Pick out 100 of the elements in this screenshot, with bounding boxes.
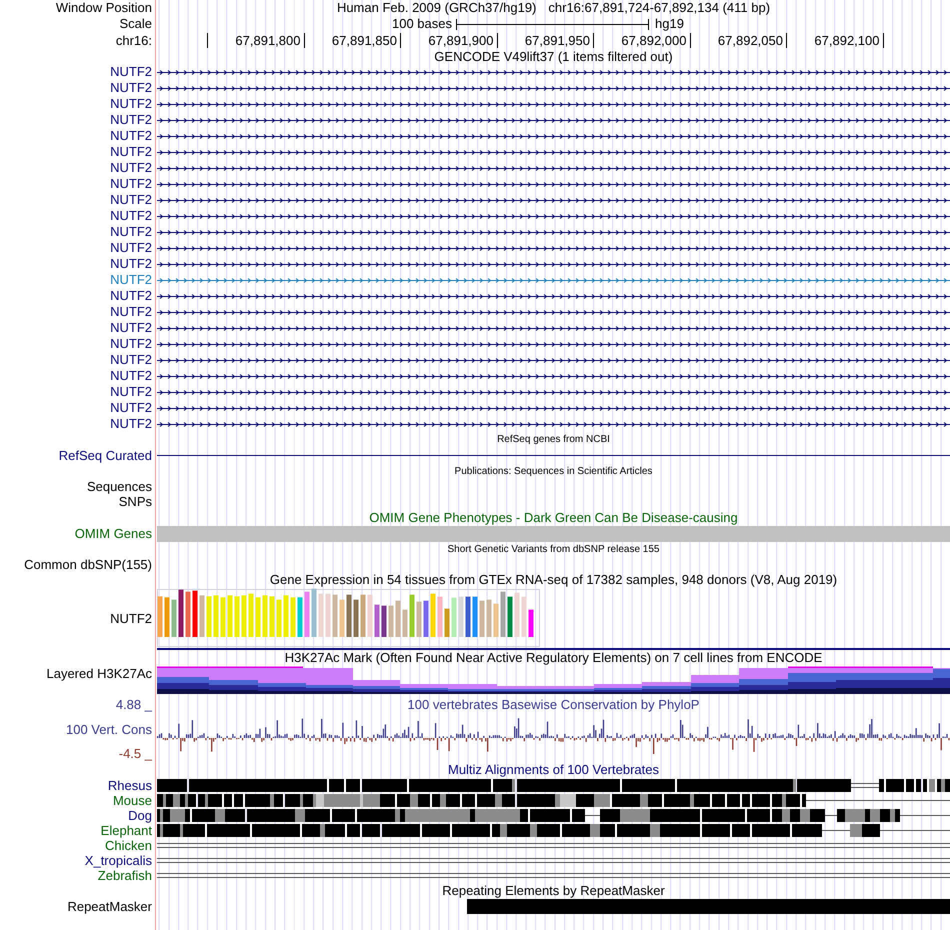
- expression-bar[interactable]: [220, 597, 226, 637]
- expression-bar[interactable]: [214, 595, 218, 637]
- gene-label[interactable]: NUTF2: [110, 320, 152, 336]
- expression-bar[interactable]: [158, 596, 162, 637]
- alignment-track-drawing[interactable]: [157, 808, 950, 823]
- expression-bar[interactable]: [368, 594, 372, 637]
- gene-label[interactable]: NUTF2: [110, 256, 152, 272]
- gene-label[interactable]: NUTF2: [110, 208, 152, 224]
- expression-bar[interactable]: [438, 596, 442, 637]
- gene-label[interactable]: NUTF2: [110, 224, 152, 240]
- expression-bar[interactable]: [382, 606, 386, 637]
- expression-bar[interactable]: [318, 594, 324, 637]
- expression-bar[interactable]: [360, 594, 366, 637]
- species-label[interactable]: Mouse: [112, 792, 152, 808]
- track-label[interactable]: OMIM Genes: [74, 526, 152, 542]
- gene-label[interactable]: NUTF2: [110, 352, 152, 368]
- expression-bar[interactable]: [298, 597, 302, 637]
- gene-label[interactable]: NUTF2: [110, 416, 152, 432]
- expression-bar[interactable]: [332, 594, 338, 637]
- gene-label[interactable]: NUTF2: [110, 144, 152, 160]
- expression-bar[interactable]: [458, 596, 464, 637]
- gene-label[interactable]: NUTF2: [110, 400, 152, 416]
- expression-bar[interactable]: [164, 597, 170, 637]
- expression-bar[interactable]: [340, 600, 344, 637]
- expression-bar[interactable]: [514, 592, 520, 637]
- gene-label[interactable]: NUTF2: [110, 192, 152, 208]
- expression-bar[interactable]: [270, 596, 274, 637]
- track-label[interactable]: SNPs: [118, 494, 152, 510]
- track-label[interactable]: Sequences: [86, 479, 152, 495]
- expression-bar[interactable]: [528, 610, 534, 637]
- gene-label[interactable]: NUTF2: [110, 64, 152, 80]
- alignment-track-drawing[interactable]: [157, 778, 950, 793]
- gene-label[interactable]: NUTF2: [110, 304, 152, 320]
- expression-bar[interactable]: [228, 595, 232, 637]
- expression-bar[interactable]: [486, 600, 492, 637]
- expression-bar[interactable]: [256, 597, 260, 637]
- track-label[interactable]: RepeatMasker: [67, 898, 152, 914]
- expression-bar[interactable]: [424, 600, 428, 637]
- track-label[interactable]: Common dbSNP(155): [24, 557, 152, 573]
- expression-bar[interactable]: [374, 604, 380, 637]
- expression-bar[interactable]: [290, 597, 296, 637]
- expression-bar[interactable]: [192, 590, 198, 637]
- gene-label[interactable]: NUTF2: [110, 160, 152, 176]
- ruler-tick-label: 67,891,850: [332, 32, 397, 48]
- expression-bar[interactable]: [388, 606, 394, 637]
- expression-bar[interactable]: [452, 598, 456, 637]
- gene-label[interactable]: NUTF2: [110, 96, 152, 112]
- gene-label[interactable]: NUTF2: [110, 128, 152, 144]
- expression-bar[interactable]: [444, 608, 450, 637]
- species-label[interactable]: Rhesus: [108, 778, 152, 794]
- expression-bar[interactable]: [480, 600, 484, 637]
- expression-bar[interactable]: [354, 600, 358, 637]
- alignment-track-drawing[interactable]: [157, 823, 950, 838]
- gene-label[interactable]: NUTF2: [110, 384, 152, 400]
- gene-label[interactable]: NUTF2: [110, 112, 152, 128]
- expression-bar[interactable]: [396, 600, 400, 637]
- species-label[interactable]: Chicken: [105, 838, 152, 854]
- gene-label[interactable]: NUTF2: [110, 288, 152, 304]
- track-label[interactable]: NUTF2: [110, 611, 152, 627]
- alignment-track-drawing[interactable]: [157, 793, 950, 808]
- expression-bar[interactable]: [284, 595, 288, 637]
- track-label[interactable]: Layered H3K27Ac: [46, 666, 152, 682]
- expression-bar[interactable]: [186, 592, 190, 637]
- gene-label[interactable]: NUTF2: [110, 368, 152, 384]
- expression-bar[interactable]: [494, 604, 498, 637]
- gene-label[interactable]: NUTF2: [110, 176, 152, 192]
- species-label[interactable]: X_tropicalis: [84, 852, 152, 868]
- track-label[interactable]: RefSeq Curated: [58, 448, 152, 464]
- expression-bar[interactable]: [410, 594, 414, 637]
- expression-bar[interactable]: [200, 595, 204, 637]
- phenotype-feature-bar[interactable]: [157, 526, 950, 542]
- gene-label[interactable]: NUTF2: [110, 80, 152, 96]
- expression-bar[interactable]: [304, 592, 310, 637]
- track-label[interactable]: 100 Vert. Cons: [66, 722, 152, 738]
- expression-bar[interactable]: [466, 596, 470, 637]
- species-label[interactable]: Zebrafish: [98, 868, 152, 884]
- expression-bar[interactable]: [262, 595, 268, 637]
- expression-bar[interactable]: [276, 600, 282, 637]
- expression-bar[interactable]: [248, 594, 254, 637]
- species-label[interactable]: Dog: [128, 808, 152, 824]
- gene-label[interactable]: NUTF2: [110, 336, 152, 352]
- gene-label[interactable]: NUTF2: [110, 240, 152, 256]
- repeat-element-bar[interactable]: [467, 899, 950, 914]
- expression-bar[interactable]: [234, 596, 240, 637]
- expression-bar[interactable]: [178, 590, 184, 637]
- expression-bar[interactable]: [312, 588, 316, 637]
- expression-bar[interactable]: [206, 596, 212, 637]
- expression-bar[interactable]: [416, 602, 422, 637]
- expression-bar[interactable]: [172, 600, 176, 637]
- species-label[interactable]: Elephant: [100, 822, 152, 838]
- expression-bar[interactable]: [472, 596, 478, 637]
- expression-bar[interactable]: [326, 594, 330, 637]
- expression-bar[interactable]: [522, 596, 526, 637]
- expression-bar[interactable]: [500, 592, 506, 637]
- expression-bar[interactable]: [242, 595, 246, 637]
- expression-bar[interactable]: [346, 594, 352, 637]
- gene-label[interactable]: NUTF2: [110, 272, 152, 288]
- expression-bar[interactable]: [402, 610, 408, 637]
- expression-bar[interactable]: [430, 594, 436, 637]
- expression-bar[interactable]: [508, 596, 512, 637]
